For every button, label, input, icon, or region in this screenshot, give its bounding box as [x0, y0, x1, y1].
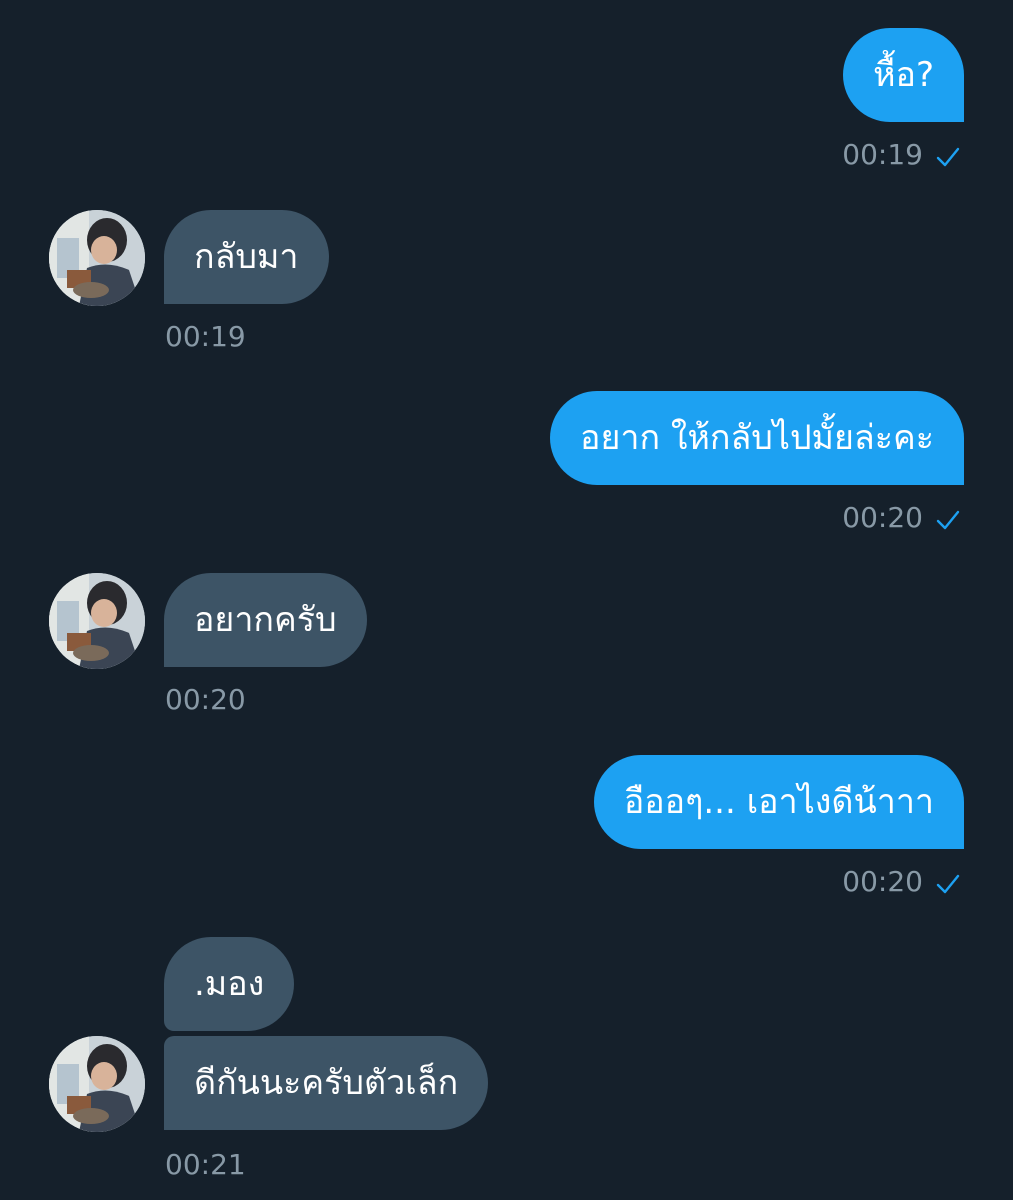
user-avatar[interactable] [49, 573, 145, 669]
timestamp-text: 00:19 [165, 320, 246, 353]
message-timestamp: 00:20 [842, 498, 961, 538]
user-avatar[interactable] [49, 210, 145, 306]
timestamp-text: 00:20 [165, 683, 246, 716]
outgoing-message-bubble[interactable]: อยาก ให้กลับไปมั้ยล่ะคะ [550, 391, 964, 485]
user-avatar[interactable] [49, 1036, 145, 1132]
timestamp-text: 00:19 [842, 138, 923, 171]
incoming-message-bubble[interactable]: กลับมา [164, 210, 329, 304]
outgoing-message-bubble[interactable]: หื้อ? [843, 28, 964, 122]
message-timestamp: 00:19 [842, 135, 961, 175]
conversation-view: หื้อ? 00:19 กลับมา 00:19 อยาก ให้กลับไปม… [0, 0, 1013, 1200]
message-timestamp: 00:20 [165, 680, 246, 720]
check-icon [935, 868, 961, 894]
incoming-message-bubble[interactable]: .มอง [164, 937, 295, 1031]
message-timestamp: 00:20 [842, 862, 961, 902]
message-timestamp: 00:21 [165, 1145, 246, 1185]
timestamp-text: 00:20 [842, 865, 923, 898]
timestamp-text: 00:20 [842, 501, 923, 534]
incoming-message-bubble[interactable]: ดีกันนะครับตัวเล็ก [164, 1036, 489, 1130]
timestamp-text: 00:21 [165, 1148, 246, 1181]
message-timestamp: 00:19 [165, 317, 246, 357]
outgoing-message-bubble[interactable]: อืออๆ... เอาไงดีน้าาา [593, 755, 964, 849]
check-icon [935, 141, 961, 167]
check-icon [935, 504, 961, 530]
incoming-message-bubble[interactable]: อยากครับ [164, 573, 367, 667]
